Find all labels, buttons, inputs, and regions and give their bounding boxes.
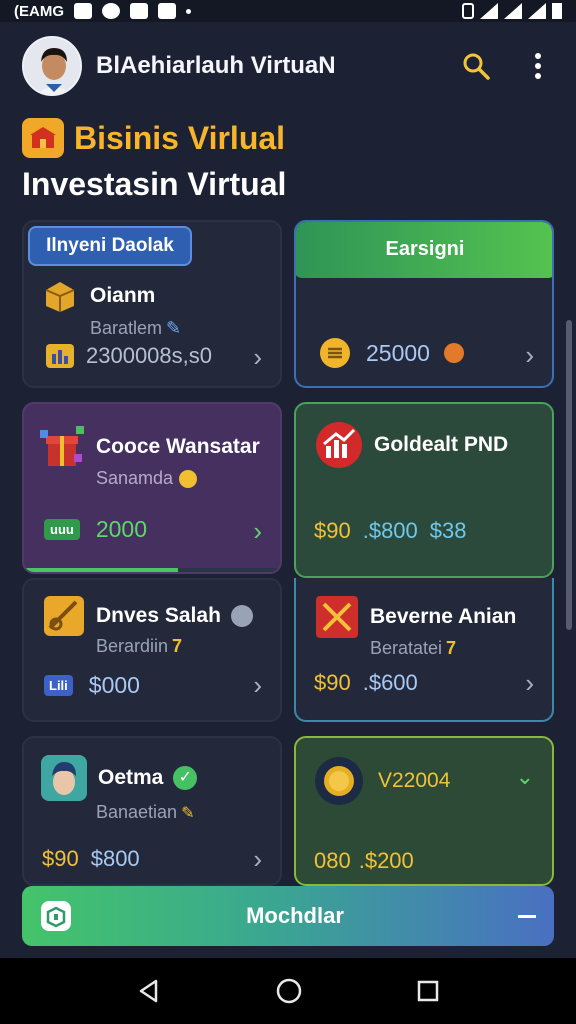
gift-box-icon: [40, 426, 84, 466]
battery-icon: [552, 3, 562, 19]
chevron-right-icon: ›: [253, 342, 262, 372]
tile-name: Cooce Wansatar: [96, 435, 260, 458]
tile-amount-2: .$600: [362, 670, 418, 695]
box-icon: [45, 282, 75, 312]
check-circle-icon: ✓: [173, 766, 198, 790]
tile-oetma[interactable]: Oetma ✓ Banaetian ✎ $90 $800 ›: [22, 736, 282, 886]
chevron-down-icon[interactable]: ⌄: [516, 764, 534, 790]
progress-fill: [24, 568, 178, 572]
tile-goldealt[interactable]: Goldealt PND $90 .$800 $38: [294, 402, 554, 578]
wifi-icon: [480, 3, 498, 19]
tile-subtitle: Sanamda: [96, 468, 174, 488]
app-bar: BlAehiarlauh VirtuaN: [0, 22, 576, 110]
chevron-right-icon: ›: [253, 844, 262, 874]
bottom-action-label: Mochdlar: [246, 903, 344, 928]
search-button[interactable]: [460, 50, 492, 82]
notification-icon: [74, 3, 92, 19]
status-time: (EAMG: [14, 2, 64, 20]
chevron-right-icon: ›: [525, 668, 534, 698]
more-vert-icon: [535, 53, 541, 79]
signal-icon-2: [528, 3, 546, 19]
wallet-icon: [41, 901, 71, 931]
chart-icon: [46, 344, 74, 368]
progress-bar: [24, 568, 280, 572]
tab-label: Earsigni: [385, 237, 465, 260]
tile-amount-1: $90: [42, 846, 79, 871]
edit-icon: ✎: [181, 804, 195, 822]
back-icon[interactable]: [136, 978, 162, 1004]
tile-amount-2: .$800: [362, 518, 418, 543]
system-nav-bar: [0, 958, 576, 1024]
verified-icon: [230, 605, 253, 627]
tile-amount: 25000: [366, 339, 430, 366]
tools-icon: [316, 596, 358, 638]
tile-subtitle-num: 7: [446, 638, 457, 658]
coin-icon: [320, 338, 350, 368]
tile-subtitle-num: 7: [172, 636, 183, 656]
tile-name: Oianm: [90, 284, 156, 307]
signal-icon: [504, 3, 522, 19]
brand-heading: Bisinis Virlual: [22, 116, 285, 160]
tile-amount-1: 080: [314, 848, 351, 873]
tile-amount: $000: [88, 672, 140, 698]
recents-icon[interactable]: [416, 979, 440, 1003]
gold-coin-icon: [315, 757, 363, 805]
app-icon: [158, 3, 176, 19]
shop-icon: [22, 118, 64, 158]
home-icon[interactable]: [275, 977, 303, 1005]
tile-subtitle: Beratatei: [370, 638, 443, 658]
vibrate-icon: [462, 3, 474, 19]
tile-amount-3: $38: [429, 518, 467, 543]
sync-icon: [102, 3, 120, 19]
tile-v22004[interactable]: V22004 ⌄ 080 .$200: [294, 736, 554, 886]
tile-name: V22004: [378, 769, 451, 792]
tile-investment-1[interactable]: Ilnyeni Daolak Oianm Baratlem ✎ 2300008s…: [22, 220, 282, 388]
tile-cooce[interactable]: Cooce Wansatar Sanamda uuu 2000 ›: [22, 402, 282, 574]
brand-title: Bisinis Virlual: [74, 119, 286, 156]
camera-icon: [130, 3, 148, 19]
page-title: Investasin Virtual: [22, 166, 287, 202]
tile-amount-1: $90: [314, 670, 351, 695]
badge-icon: [179, 469, 198, 488]
tab-earsigni[interactable]: Earsigni: [296, 222, 552, 278]
chevron-right-icon: ›: [253, 670, 262, 700]
tile-beverne[interactable]: Beverne Anian Beratatei 7 $90 .$600 ›: [294, 578, 554, 722]
chevron-right-icon: ›: [525, 340, 534, 370]
chevron-right-icon: ›: [253, 516, 262, 546]
gold-bars-icon: [44, 596, 84, 636]
tab-label: Ilnyeni Daolak: [46, 235, 174, 256]
tile-amount-2: .$200: [358, 848, 414, 873]
scrollbar[interactable]: [566, 320, 572, 630]
app-title: BlAehiarlauh VirtuaN: [96, 52, 336, 79]
tile-amount: 2000: [95, 516, 147, 542]
tile-amount-2: $800: [90, 846, 140, 871]
more-options-button[interactable]: [522, 50, 554, 82]
tile-name: Goldealt PND: [374, 433, 509, 456]
growth-chart-icon: [316, 422, 362, 468]
money-badge: Lili: [44, 675, 73, 696]
tile-subtitle: Baratlem: [90, 318, 163, 338]
dot-icon: [186, 8, 191, 14]
tile-name: Dnves Salah: [96, 604, 221, 627]
tile-amount-1: $90: [314, 518, 351, 543]
bottom-action-button[interactable]: Mochdlar: [22, 886, 554, 946]
person-icon: [41, 755, 87, 801]
tile-subtitle: Berardiin: [96, 636, 169, 656]
tile-name: Beverne Anian: [370, 605, 517, 628]
tile-dnves[interactable]: Dnves Salah Berardiin 7 Lili $000 ›: [22, 578, 282, 722]
info-icon: ✎: [166, 318, 182, 338]
minus-icon[interactable]: [518, 914, 536, 918]
tile-amount: 2300008s,s0: [86, 343, 212, 368]
tab-ilnyeni[interactable]: Ilnyeni Daolak: [28, 226, 192, 266]
avatar[interactable]: [22, 36, 82, 96]
status-bar: (EAMG: [0, 0, 576, 22]
money-badge: uuu: [44, 519, 80, 540]
search-icon: [463, 53, 490, 80]
tile-name: Oetma: [98, 766, 164, 789]
tile-subtitle: Banaetian: [96, 802, 178, 822]
tile-earning[interactable]: Earsigni 25000 ›: [294, 220, 554, 388]
coin-small-icon: [443, 343, 464, 363]
